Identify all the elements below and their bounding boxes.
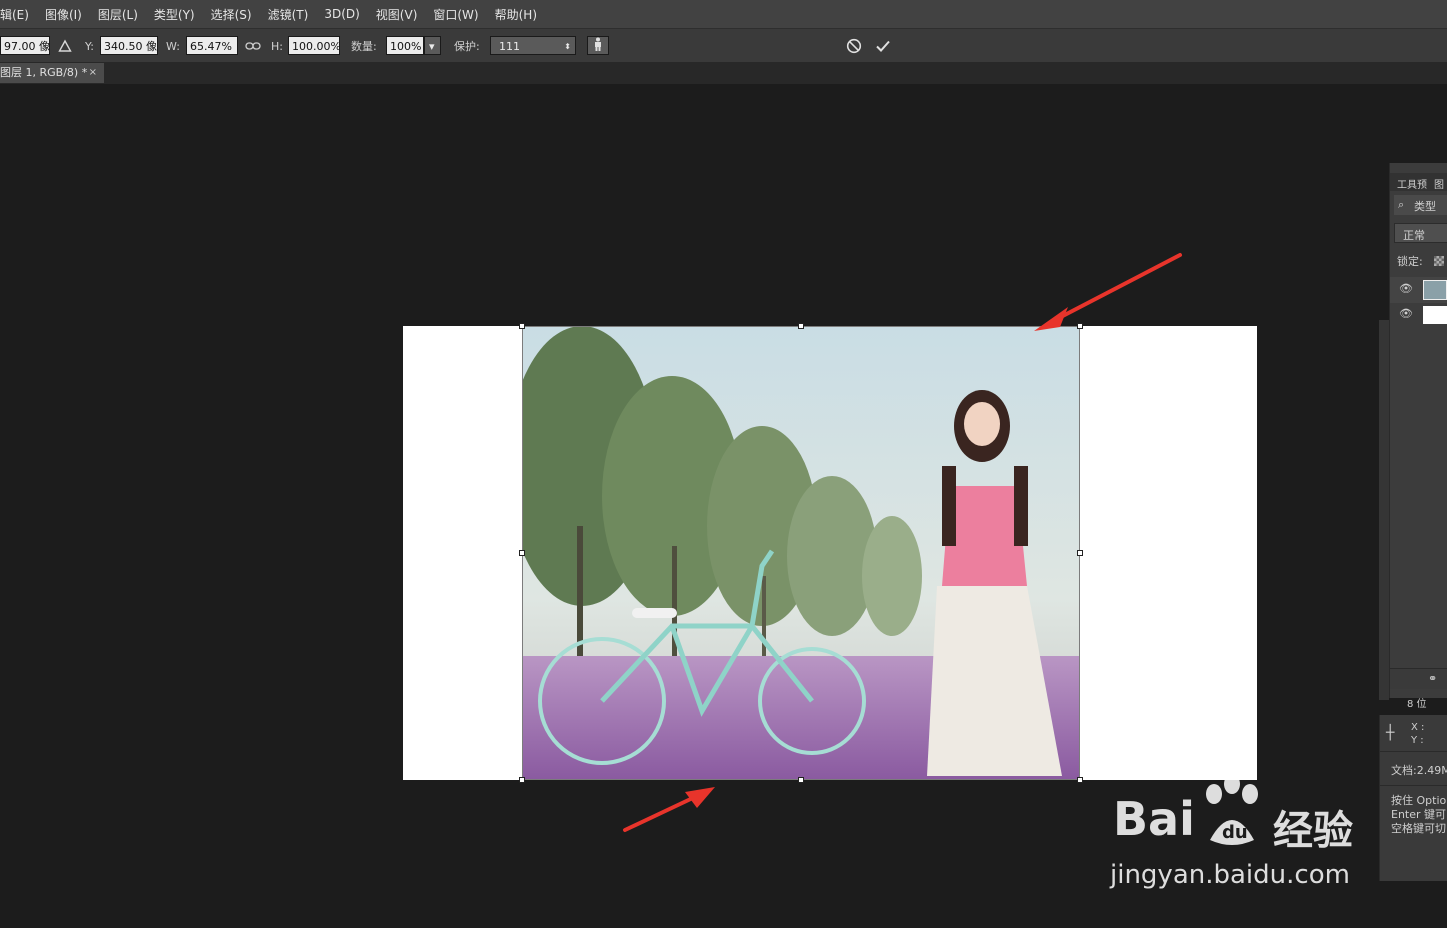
handle-middle-left[interactable] [519, 550, 525, 556]
menu-filter[interactable]: 滤镜(T) [268, 6, 309, 23]
lock-label: 锁定: [1397, 255, 1423, 268]
info-panel: ┼ X : Y : 文档:2.49M 按住 Option Enter 键可 空格… [1379, 715, 1447, 881]
menu-bar: 辑(E) 图像(I) 图层(L) 类型(Y) 选择(S) 滤镜(T) 3D(D)… [0, 0, 1447, 28]
link-icon[interactable] [245, 37, 261, 55]
eye-icon[interactable]: 👁 [1399, 282, 1413, 295]
watermark-brand-suffix: 经验 [1273, 808, 1353, 854]
options-bar: 97.00 像 Y: 340.50 像 W: 65.47% H: 100.00%… [0, 28, 1447, 63]
menu-3d[interactable]: 3D(D) [324, 7, 359, 21]
lock-transparency-icon[interactable] [1434, 256, 1444, 266]
protect-label: 保护: [454, 40, 480, 53]
delta-icon[interactable] [58, 37, 72, 55]
menu-layer[interactable]: 图层(L) [98, 6, 138, 23]
menu-select[interactable]: 选择(S) [211, 6, 252, 23]
crosshair-icon: ┼ [1386, 725, 1395, 741]
document-tab[interactable]: 图层 1, RGB/8) * × [0, 63, 104, 83]
width-field[interactable]: 65.47% [186, 36, 238, 55]
h-label: H: [271, 39, 283, 53]
hint-line-3: 空格键可切 [1391, 822, 1446, 835]
tab-tool-presets[interactable]: 工具预 [1397, 176, 1427, 191]
amount-field[interactable]: 100% [386, 36, 424, 55]
menu-window[interactable]: 窗口(W) [433, 6, 478, 23]
info-y-label: Y : [1411, 735, 1424, 746]
protect-skin-icon[interactable] [587, 36, 609, 55]
amount-label: 数量: [351, 40, 377, 53]
x-position-field[interactable]: 97.00 像 [0, 36, 50, 55]
handle-bottom-center[interactable] [798, 777, 804, 783]
search-icon: ⌕ [1398, 198, 1405, 211]
w-label: W: [166, 39, 180, 53]
protect-value: 111 [499, 40, 520, 53]
annotation-arrow-top [1034, 253, 1182, 331]
transform-bounding-box[interactable] [522, 326, 1080, 780]
amount-dropdown-icon[interactable]: ▾ [424, 36, 441, 55]
layer-filter-label: 类型 [1414, 200, 1436, 213]
annotation-arrow-bottom [623, 787, 715, 832]
bit-depth-label: 8 位 [1407, 699, 1427, 710]
cancel-transform-icon[interactable] [846, 37, 862, 55]
info-x-label: X : [1411, 722, 1425, 733]
menu-edit[interactable]: 辑(E) [0, 6, 29, 23]
spinner-icon: ⬍ [564, 42, 571, 51]
layer-thumbnail [1423, 280, 1447, 300]
menu-image[interactable]: 图像(I) [45, 6, 82, 23]
document-size: 文档:2.49M [1391, 764, 1447, 777]
handle-bottom-left[interactable] [519, 777, 525, 783]
handle-top-left[interactable] [519, 323, 525, 329]
link-layers-icon[interactable]: ⚭ [1428, 672, 1437, 685]
menu-type[interactable]: 类型(Y) [154, 6, 195, 23]
handle-top-center[interactable] [798, 323, 804, 329]
baidu-watermark: Bai du 经验 jingyan.baidu.com [1105, 772, 1375, 902]
svg-text:du: du [1222, 822, 1248, 843]
layer-row-background[interactable]: 👁 [1390, 303, 1447, 327]
layer-thumbnail [1423, 306, 1447, 324]
menu-help[interactable]: 帮助(H) [495, 6, 537, 23]
collapsed-panel-strip[interactable] [1379, 320, 1389, 700]
layer-filter-field[interactable]: ⌕ 类型 [1394, 195, 1447, 215]
y-label: Y: [85, 39, 94, 53]
tab-layers[interactable]: 图 [1434, 176, 1444, 191]
handle-bottom-right[interactable] [1077, 777, 1083, 783]
close-tab-icon[interactable]: × [89, 63, 97, 83]
panel-footer: ⚭ [1390, 668, 1447, 689]
watermark-url: jingyan.baidu.com [1110, 860, 1350, 890]
layers-panel: 工具预 图 ⌕ 类型 正常 锁定: 👁 👁 ⚭ [1389, 163, 1447, 698]
height-field[interactable]: 100.00% [288, 36, 340, 55]
handle-middle-right[interactable] [1077, 550, 1083, 556]
layer-row-photo[interactable]: 👁 [1390, 277, 1447, 303]
menu-view[interactable]: 视图(V) [376, 6, 418, 23]
y-position-field[interactable]: 340.50 像 [100, 36, 158, 55]
document-tab-title: 图层 1, RGB/8) * [0, 66, 88, 79]
commit-transform-icon[interactable] [875, 37, 891, 55]
document-tab-bar: 图层 1, RGB/8) * × [0, 62, 1447, 84]
panel-tab-row: 工具预 图 [1390, 173, 1447, 191]
protect-select[interactable]: 111 ⬍ [490, 36, 576, 55]
paw-logo-icon: du [1206, 774, 1258, 845]
watermark-brand: Bai [1113, 792, 1195, 846]
blend-mode-value: 正常 [1403, 229, 1425, 242]
blend-mode-select[interactable]: 正常 [1394, 223, 1447, 243]
eye-icon[interactable]: 👁 [1399, 307, 1413, 320]
